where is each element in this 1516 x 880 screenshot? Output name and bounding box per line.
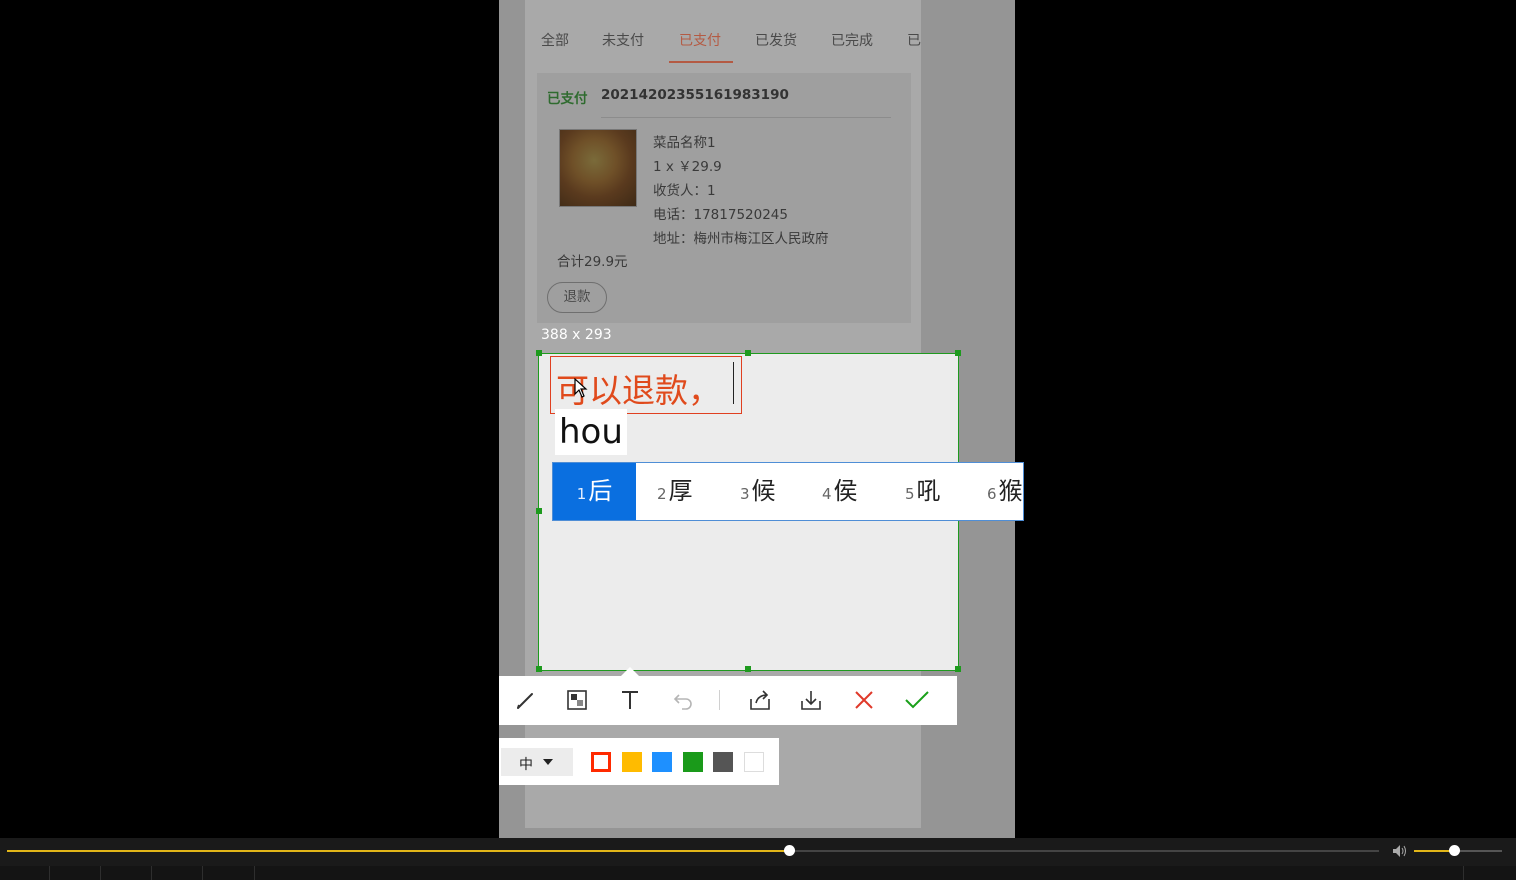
tab-unpaid[interactable]: 未支付 (602, 30, 644, 50)
resize-handle-tl[interactable] (536, 350, 542, 356)
capture-toolbar (499, 667, 957, 725)
color-swatch-green[interactable] (683, 752, 703, 772)
order-number: 20214202355161983190 (601, 87, 789, 103)
resize-handle-bottom[interactable] (745, 666, 751, 672)
order-total: 合计29.9元 (557, 254, 628, 270)
color-swatch-gray[interactable] (713, 752, 733, 772)
toolbar-pointer (621, 667, 639, 676)
address: 地址：梅州市梅江区人民政府 (653, 231, 829, 247)
resize-handle-top[interactable] (745, 350, 751, 356)
taskbar-cell (203, 866, 255, 880)
ime-candidate[interactable]: 4侯 (822, 463, 858, 520)
volume-fill (1414, 850, 1454, 852)
tab-shipped[interactable]: 已发货 (755, 30, 797, 50)
progress-knob[interactable] (784, 845, 795, 856)
active-tab-indicator (669, 61, 733, 63)
ime-candidate[interactable]: 1后 (553, 463, 636, 520)
ime-candidate[interactable]: 2厚 (657, 463, 693, 520)
toolbar-separator (719, 690, 720, 710)
divider (601, 117, 891, 118)
share-icon[interactable] (744, 684, 776, 716)
text-options-bar: 中 (499, 738, 779, 785)
color-swatch-white[interactable] (744, 752, 764, 772)
mouse-cursor-icon (574, 378, 588, 398)
resize-handle-tr[interactable] (955, 350, 961, 356)
pencil-icon[interactable] (510, 684, 542, 716)
qty-price: 1 x ￥29.9 (653, 159, 722, 175)
taskbar-cell (50, 866, 101, 880)
order-card: 已支付 20214202355161983190 菜品名称1 1 x ￥29.9… (537, 73, 911, 323)
tab-paid[interactable]: 已支付 (679, 30, 721, 50)
dish-image (559, 129, 637, 207)
ime-candidate[interactable]: 3候 (740, 463, 776, 520)
font-size-value: 中 (519, 757, 533, 773)
taskbar-cell (1463, 866, 1464, 880)
taskbar-cell (152, 866, 203, 880)
chevron-down-icon (543, 759, 553, 765)
ime-candidate[interactable]: 6猴 (987, 463, 1023, 520)
tab-more[interactable]: 已 (907, 30, 921, 50)
dish-name: 菜品名称1 (653, 135, 716, 151)
mosaic-icon[interactable] (561, 684, 593, 716)
color-swatch-yellow[interactable] (622, 752, 642, 772)
color-swatch-red[interactable] (591, 752, 611, 772)
close-icon[interactable] (848, 684, 880, 716)
tab-completed[interactable]: 已完成 (831, 30, 873, 50)
order-tabs: 全部 未支付 已支付 已发货 已完成 已 (525, 14, 921, 64)
resize-handle-left[interactable] (536, 508, 542, 514)
volume-knob[interactable] (1449, 845, 1460, 856)
taskbar-cell (0, 866, 50, 880)
capture-dimensions: 388 x 293 (541, 327, 612, 343)
ime-candidate[interactable]: 5吼 (905, 463, 941, 520)
refund-button[interactable]: 退款 (547, 282, 607, 313)
volume-icon[interactable] (1392, 844, 1408, 858)
resize-handle-bl[interactable] (536, 666, 542, 672)
color-swatch-blue[interactable] (652, 752, 672, 772)
download-icon[interactable] (795, 684, 827, 716)
confirm-icon[interactable] (901, 684, 933, 716)
phone: 电话：17817520245 (653, 207, 788, 223)
order-status: 已支付 (547, 91, 588, 107)
ime-composition: hou (555, 409, 627, 455)
text-caret (733, 362, 734, 404)
progress-fill (7, 850, 789, 852)
undo-icon[interactable] (667, 684, 699, 716)
taskbar-cell (101, 866, 152, 880)
font-size-select[interactable]: 中 (501, 748, 573, 776)
tab-all[interactable]: 全部 (541, 30, 569, 50)
taskbar-strip (0, 866, 1516, 880)
resize-handle-br[interactable] (955, 666, 961, 672)
text-icon[interactable] (614, 684, 646, 716)
receiver: 收货人：1 (653, 183, 716, 199)
ime-candidate-bar: 1后 2厚 3候 4侯 5吼 6猴 (552, 462, 1024, 521)
